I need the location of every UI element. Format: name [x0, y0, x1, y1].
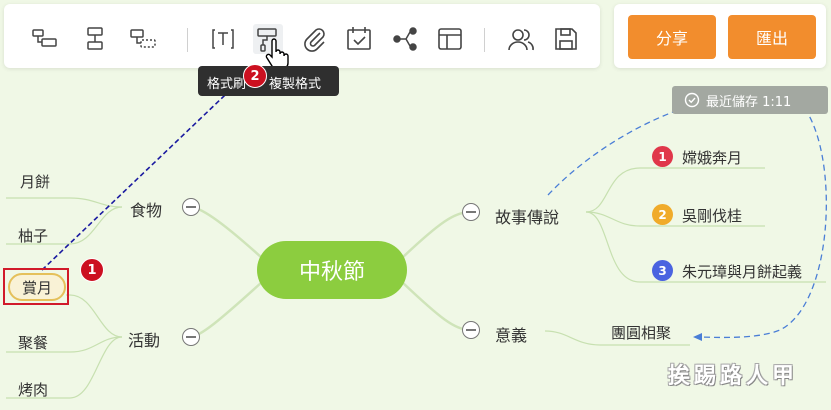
check-circle-icon	[684, 92, 700, 108]
topic-activities[interactable]: 活動	[128, 327, 160, 351]
topic-meaning[interactable]: 意義	[495, 322, 527, 346]
priority-badge-1: 1	[652, 146, 673, 167]
tooltip-text: 複製格式	[269, 77, 322, 92]
calendar-icon[interactable]	[344, 24, 374, 54]
action-panel: 分享 匯出	[614, 4, 826, 68]
text-icon[interactable]	[208, 24, 238, 54]
topic-legends[interactable]: 故事傳說	[495, 204, 559, 228]
users-icon[interactable]	[506, 24, 536, 54]
main-toolbar	[4, 4, 600, 68]
subtopic-reunion[interactable]: 團圓相聚	[611, 322, 671, 343]
step-badge-two: 2	[243, 64, 267, 88]
relationship-icon[interactable]	[390, 24, 420, 54]
central-topic[interactable]: 中秋節	[257, 241, 407, 299]
watermark: 挨踢路人甲	[668, 364, 799, 389]
save-icon[interactable]	[551, 24, 581, 54]
collapse-toggle-icon[interactable]	[182, 328, 200, 346]
format-painter-tooltip: 格式刷 複製格式	[198, 66, 339, 96]
priority-badge-2: 2	[652, 204, 673, 225]
toolbar-divider	[187, 28, 188, 52]
topic-food[interactable]: 食物	[130, 197, 162, 221]
collapse-toggle-icon[interactable]	[462, 321, 480, 339]
step-badge-one: 1	[80, 258, 104, 282]
subtopic-mooncake[interactable]: 月餅	[20, 171, 50, 192]
subtopic-zhu-yuanzhang[interactable]: 朱元璋與月餅起義	[682, 261, 802, 282]
layout-icon[interactable]	[435, 24, 465, 54]
subtopic-dinner[interactable]: 聚餐	[18, 332, 48, 353]
subtopic-wu-gang[interactable]: 吳剛伐桂	[682, 205, 742, 226]
attachment-icon[interactable]	[300, 24, 330, 54]
subtopic-pomelo[interactable]: 柚子	[18, 225, 48, 246]
subtopic-change-to-moon[interactable]: 嫦娥奔月	[682, 147, 742, 168]
export-button[interactable]: 匯出	[728, 15, 816, 59]
priority-badge-3: 3	[652, 260, 673, 281]
collapse-toggle-icon[interactable]	[182, 198, 200, 216]
add-child-topic-icon[interactable]	[30, 24, 60, 54]
subtopic-moon-viewing[interactable]: 賞月	[8, 273, 66, 301]
add-floating-topic-icon[interactable]	[128, 24, 158, 54]
add-sibling-topic-icon[interactable]	[80, 24, 110, 54]
subtopic-barbecue[interactable]: 烤肉	[18, 379, 48, 400]
save-status: 最近儲存 1:11	[672, 86, 828, 114]
toolbar-divider	[484, 28, 485, 52]
save-status-text: 最近儲存 1:11	[706, 94, 792, 110]
collapse-toggle-icon[interactable]	[462, 203, 480, 221]
share-button[interactable]: 分享	[628, 15, 716, 59]
